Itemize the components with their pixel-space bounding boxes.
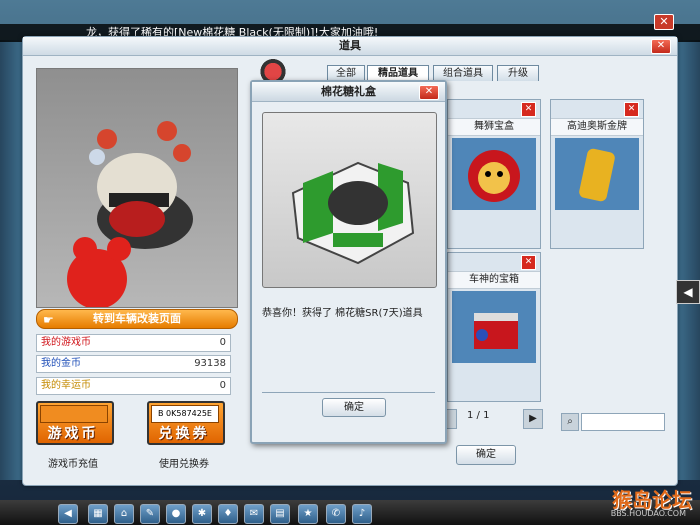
background-left-strip <box>0 40 22 480</box>
search-input[interactable] <box>581 413 665 431</box>
gold-medal-icon <box>555 138 639 210</box>
recharge-game-coins-button[interactable]: 游戏币 <box>36 401 114 445</box>
close-icon[interactable]: ✕ <box>521 255 536 270</box>
book-icon[interactable]: ▤ <box>270 504 290 524</box>
avatar-preview <box>36 68 238 309</box>
tools-icon[interactable]: ✎ <box>140 504 160 524</box>
tab-combo-items[interactable]: 组合道具 <box>433 65 493 81</box>
promo-label: 转到车辆改装页面 <box>93 312 181 325</box>
gift-icon[interactable]: ♦ <box>218 504 238 524</box>
barcode-icon: B 0K587425E <box>151 405 219 423</box>
arrow-icon <box>40 405 108 423</box>
window-title: 道具 <box>23 37 677 56</box>
popup-confirm-button[interactable]: 确定 <box>322 398 386 417</box>
tab-upgrade[interactable]: 升级 <box>497 65 539 81</box>
recharge-caption: 游戏币充值 <box>48 459 98 470</box>
stat-value: 93138 <box>194 358 226 369</box>
search-icon[interactable]: ⌕ <box>561 413 579 431</box>
coupon-button-label: 兑换券 <box>158 426 210 442</box>
coupon-caption: 使用兑换券 <box>159 459 209 470</box>
page-indicator: 1 / 1 <box>467 410 490 421</box>
tab-premium-items[interactable]: 精品道具 <box>367 65 429 81</box>
popup-message: 恭喜你！获得了 棉花糖SR(7天)道具 <box>262 308 423 319</box>
treasure-chest-icon <box>452 291 536 363</box>
recharge-button-label: 游戏币 <box>47 426 99 442</box>
background-right-strip <box>678 40 700 480</box>
stat-label: 我的幸运币 <box>41 380 91 391</box>
tab-all[interactable]: 全部 <box>327 65 365 81</box>
stat-label: 我的游戏币 <box>41 337 91 348</box>
pointing-hand-icon: ☛ <box>43 313 54 327</box>
stat-lucky-coins: 我的幸运币 0 <box>36 377 231 395</box>
use-coupon-button[interactable]: B 0K587425E 兑换券 <box>147 401 225 445</box>
stat-value: 0 <box>219 337 226 348</box>
kart-taskbar-icon[interactable]: ● <box>166 504 186 524</box>
mail-icon[interactable]: ✆ <box>326 504 346 524</box>
chat-icon[interactable]: ✉ <box>244 504 264 524</box>
item-card-gold-medal[interactable]: ✕ 高迪奥斯金牌 <box>550 99 644 249</box>
confirm-button[interactable]: 确定 <box>456 445 516 465</box>
popup-close-button[interactable]: ✕ <box>419 85 439 100</box>
item-card-car-god-chest[interactable]: ✕ 车神的宝箱 <box>447 252 541 402</box>
item-card-lion-box[interactable]: ✕ 舞狮宝盒 <box>447 99 541 249</box>
stat-game-coins: 我的游戏币 0 <box>36 334 231 352</box>
popup-divider <box>262 392 435 393</box>
item-title: 舞狮宝盒 <box>448 118 540 136</box>
popup-title: 棉花糖礼盒 <box>252 82 445 102</box>
goto-car-modification-button[interactable]: ☛ 转到车辆改装页面 <box>36 309 238 329</box>
settings-icon[interactable]: ✱ <box>192 504 212 524</box>
item-title: 车神的宝箱 <box>448 271 540 289</box>
shop-icon[interactable]: ▦ <box>88 504 108 524</box>
stat-label: 我的金币 <box>41 358 81 369</box>
cotton-candy-kart-image <box>262 112 437 288</box>
window-close-button[interactable]: ✕ <box>651 39 671 54</box>
forum-url: BBS.HOUDAO.COM <box>610 509 686 518</box>
item-title: 高迪奥斯金牌 <box>551 118 643 136</box>
gift-box-popup: 棉花糖礼盒 ✕ 恭喜你！获得了 棉花糖SR(7天)道具 确定 <box>250 80 447 444</box>
next-page-button[interactable]: ▶ <box>523 409 543 429</box>
home-icon[interactable]: ⌂ <box>114 504 134 524</box>
back-icon[interactable]: ◀ <box>58 504 78 524</box>
friends-icon[interactable]: ★ <box>298 504 318 524</box>
close-icon[interactable]: ✕ <box>521 102 536 117</box>
stat-value: 0 <box>219 380 226 391</box>
top-close-button[interactable]: ✕ <box>654 14 674 30</box>
side-expand-button[interactable]: ◀ <box>676 280 700 304</box>
lion-box-icon <box>452 138 536 210</box>
note-icon[interactable]: ♪ <box>352 504 372 524</box>
taskbar: ◀ ▦ ⌂ ✎ ● ✱ ♦ ✉ ▤ ★ ✆ ♪ <box>0 500 700 525</box>
stat-gold-coins: 我的金币 93138 <box>36 355 231 373</box>
close-icon[interactable]: ✕ <box>624 102 639 117</box>
character-avatar-icon <box>67 121 193 309</box>
